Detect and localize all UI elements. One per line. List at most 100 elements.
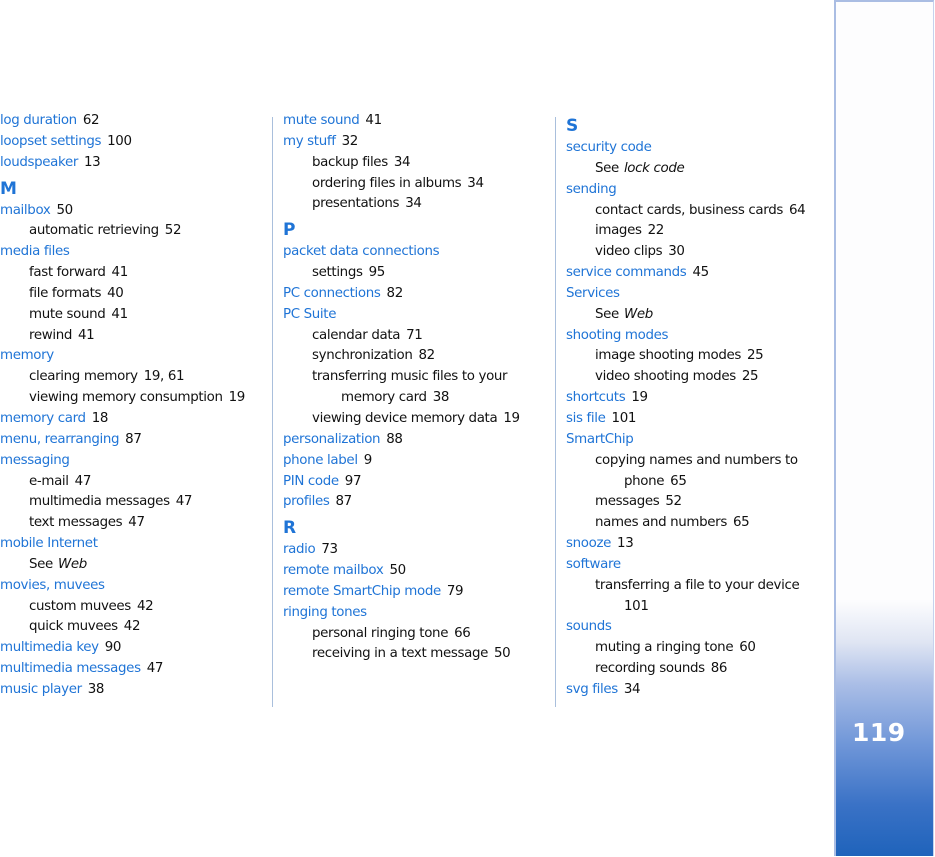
index-term[interactable]: memory bbox=[0, 348, 54, 363]
page-reference[interactable]: 19 bbox=[229, 390, 246, 405]
page-reference[interactable]: 32 bbox=[342, 134, 359, 149]
page-reference[interactable]: 34 bbox=[624, 682, 641, 697]
page-reference[interactable]: 87 bbox=[125, 432, 142, 447]
index-term[interactable]: svg files bbox=[566, 682, 618, 697]
page-reference[interactable]: 52 bbox=[165, 223, 182, 238]
page-reference[interactable]: 47 bbox=[176, 494, 193, 509]
page-reference[interactable]: 25 bbox=[742, 369, 759, 384]
page-reference[interactable]: 40 bbox=[107, 286, 124, 301]
index-term[interactable]: snooze bbox=[566, 536, 611, 551]
page-reference[interactable]: 41 bbox=[111, 307, 128, 322]
page-reference[interactable]: 79 bbox=[447, 584, 464, 599]
page-reference[interactable]: 50 bbox=[389, 563, 406, 578]
page-reference[interactable]: 60 bbox=[739, 640, 756, 655]
page-reference[interactable]: 82 bbox=[418, 348, 435, 363]
index-term[interactable]: mailbox bbox=[0, 203, 51, 218]
page-reference[interactable]: 9 bbox=[364, 453, 373, 468]
index-term[interactable]: PIN code bbox=[283, 474, 339, 489]
page-reference[interactable]: 22 bbox=[648, 223, 665, 238]
index-entry: multimedia messages 47 bbox=[0, 659, 270, 680]
page-reference[interactable]: 71 bbox=[406, 328, 423, 343]
index-term[interactable]: menu, rearranging bbox=[0, 432, 120, 447]
page-reference[interactable]: 100 bbox=[107, 134, 132, 149]
index-term[interactable]: PC connections bbox=[283, 286, 381, 301]
page-reference[interactable]: 41 bbox=[112, 265, 129, 280]
page-reference[interactable]: 101 bbox=[624, 599, 649, 614]
index-term[interactable]: memory card bbox=[0, 411, 86, 426]
index-term[interactable]: personalization bbox=[283, 432, 381, 447]
index-term[interactable]: messaging bbox=[0, 453, 70, 468]
page-reference[interactable]: 42 bbox=[137, 599, 154, 614]
page-reference[interactable]: 18 bbox=[92, 411, 109, 426]
index-term[interactable]: mute sound bbox=[283, 113, 360, 128]
page-reference[interactable]: 95 bbox=[369, 265, 386, 280]
page-reference[interactable]: 101 bbox=[612, 411, 637, 426]
index-term[interactable]: shooting modes bbox=[566, 328, 668, 343]
page-reference[interactable]: 45 bbox=[692, 265, 709, 280]
page-reference[interactable]: 88 bbox=[386, 432, 403, 447]
index-term[interactable]: profiles bbox=[283, 494, 330, 509]
page-reference[interactable]: 66 bbox=[454, 626, 471, 641]
page-reference[interactable]: 13 bbox=[84, 155, 101, 170]
index-term[interactable]: multimedia key bbox=[0, 640, 99, 655]
page-reference[interactable]: 65 bbox=[670, 474, 687, 489]
index-term[interactable]: movies, muvees bbox=[0, 578, 105, 593]
index-term[interactable]: media files bbox=[0, 244, 70, 259]
index-term[interactable]: Services bbox=[566, 286, 620, 301]
page-reference[interactable]: 86 bbox=[711, 661, 728, 676]
index-term[interactable]: radio bbox=[283, 542, 316, 557]
page-reference[interactable]: 62 bbox=[83, 113, 100, 128]
page-reference[interactable]: 64 bbox=[789, 203, 806, 218]
page-reference[interactable]: 19, 61 bbox=[144, 369, 185, 384]
page-reference[interactable]: 19 bbox=[631, 390, 648, 405]
page-reference[interactable]: 38 bbox=[88, 682, 105, 697]
page-reference[interactable]: 34 bbox=[394, 155, 411, 170]
page-reference[interactable]: 50 bbox=[494, 646, 511, 661]
index-term[interactable]: sending bbox=[566, 182, 617, 197]
page-reference[interactable]: 90 bbox=[105, 640, 122, 655]
index-term[interactable]: remote SmartChip mode bbox=[283, 584, 441, 599]
index-term[interactable]: loudspeaker bbox=[0, 155, 78, 170]
index-term: viewing device memory data bbox=[312, 410, 498, 426]
index-term[interactable]: software bbox=[566, 557, 621, 572]
page-reference[interactable]: 47 bbox=[75, 474, 92, 489]
page-reference[interactable]: 73 bbox=[321, 542, 338, 557]
index-term[interactable]: sounds bbox=[566, 619, 612, 634]
page-reference[interactable]: 42 bbox=[124, 619, 141, 634]
index-term[interactable]: shortcuts bbox=[566, 390, 626, 405]
page-reference[interactable]: 65 bbox=[733, 515, 750, 530]
index-term[interactable]: sis file bbox=[566, 411, 606, 426]
page-reference[interactable]: 82 bbox=[387, 286, 404, 301]
index-term[interactable]: music player bbox=[0, 682, 82, 697]
page-reference[interactable]: 41 bbox=[78, 328, 95, 343]
page-reference[interactable]: 34 bbox=[405, 196, 422, 211]
page-reference[interactable]: 97 bbox=[345, 474, 362, 489]
page-reference[interactable]: 30 bbox=[668, 244, 685, 259]
index-term[interactable]: phone label bbox=[283, 453, 358, 468]
index-term[interactable]: service commands bbox=[566, 265, 687, 280]
index-term[interactable]: PC Suite bbox=[283, 307, 336, 322]
page-reference[interactable]: 34 bbox=[467, 176, 484, 191]
page-reference[interactable]: 50 bbox=[56, 203, 73, 218]
index-term[interactable]: packet data connections bbox=[283, 244, 440, 259]
page-reference[interactable]: 19 bbox=[503, 411, 520, 426]
index-term[interactable]: loopset settings bbox=[0, 134, 101, 149]
index-term[interactable]: remote mailbox bbox=[283, 563, 384, 578]
page-reference[interactable]: 87 bbox=[335, 494, 352, 509]
page-reference[interactable]: 25 bbox=[747, 348, 764, 363]
index-term[interactable]: my stuff bbox=[283, 134, 336, 149]
index-term[interactable]: ringing tones bbox=[283, 605, 367, 620]
index-term[interactable]: log duration bbox=[0, 113, 77, 128]
page-reference[interactable]: 52 bbox=[665, 494, 682, 509]
index-term[interactable]: SmartChip bbox=[566, 432, 634, 447]
index-term: viewing memory consumption bbox=[29, 390, 223, 406]
page-reference[interactable]: 13 bbox=[617, 536, 634, 551]
page-reference[interactable]: 47 bbox=[147, 661, 164, 676]
page-reference[interactable]: 38 bbox=[433, 390, 450, 405]
index-term[interactable]: security code bbox=[566, 140, 652, 155]
index-term[interactable]: mobile Internet bbox=[0, 536, 98, 551]
page-reference[interactable]: 47 bbox=[128, 515, 145, 530]
index-term[interactable]: multimedia messages bbox=[0, 661, 141, 676]
index-entry: mute sound 41 bbox=[283, 111, 553, 132]
page-reference[interactable]: 41 bbox=[365, 113, 382, 128]
